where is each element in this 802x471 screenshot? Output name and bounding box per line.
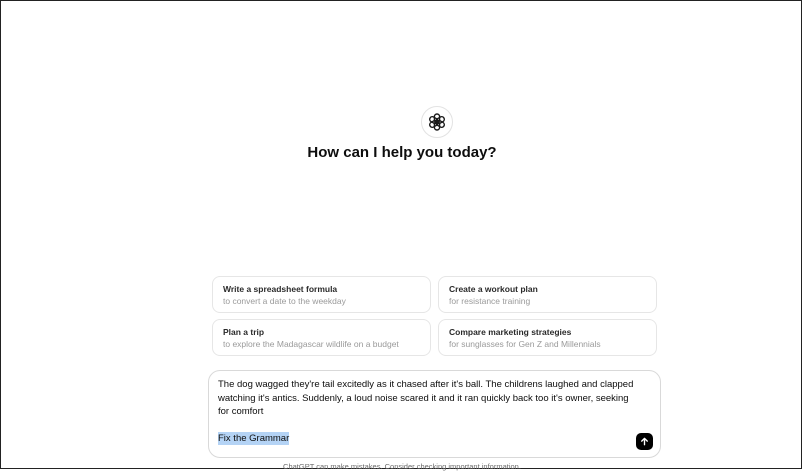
- suggestion-title: Plan a trip: [223, 326, 265, 337]
- message-composer[interactable]: The dog wagged they're tail excitedly as…: [208, 370, 661, 458]
- suggestion-subtitle: to convert a date to the weekday: [223, 295, 346, 306]
- suggestion-card-trip[interactable]: Plan a trip to explore the Madagascar wi…: [212, 319, 431, 356]
- page-title: How can I help you today?: [307, 144, 497, 161]
- suggestion-card-workout[interactable]: Create a workout plan for resistance tra…: [438, 276, 657, 313]
- suggestion-title: Create a workout plan: [449, 283, 538, 294]
- send-button[interactable]: [636, 433, 653, 450]
- suggestion-title: Compare marketing strategies: [449, 326, 572, 337]
- disclaimer-text: ChatGPT can make mistakes. Consider chec…: [283, 462, 521, 471]
- suggestion-card-marketing[interactable]: Compare marketing strategies for sunglas…: [438, 319, 657, 356]
- suggestion-card-spreadsheet[interactable]: Write a spreadsheet formula to convert a…: [212, 276, 431, 313]
- message-body: The dog wagged they're tail excitedly as…: [218, 379, 634, 417]
- openai-logo-icon: [421, 106, 453, 138]
- suggestion-grid: Write a spreadsheet formula to convert a…: [212, 276, 658, 356]
- suggestion-subtitle: to explore the Madagascar wildlife on a …: [223, 338, 399, 349]
- suggestion-subtitle: for sunglasses for Gen Z and Millennials: [449, 338, 601, 349]
- message-input[interactable]: The dog wagged they're tail excitedly as…: [218, 378, 638, 445]
- arrow-up-icon: [641, 437, 648, 446]
- selected-instruction: Fix the Grammar: [218, 431, 290, 445]
- app-window: How can I help you today? Write a spread…: [0, 0, 802, 471]
- suggestion-title: Write a spreadsheet formula: [223, 283, 338, 294]
- suggestion-subtitle: for resistance training: [449, 295, 531, 306]
